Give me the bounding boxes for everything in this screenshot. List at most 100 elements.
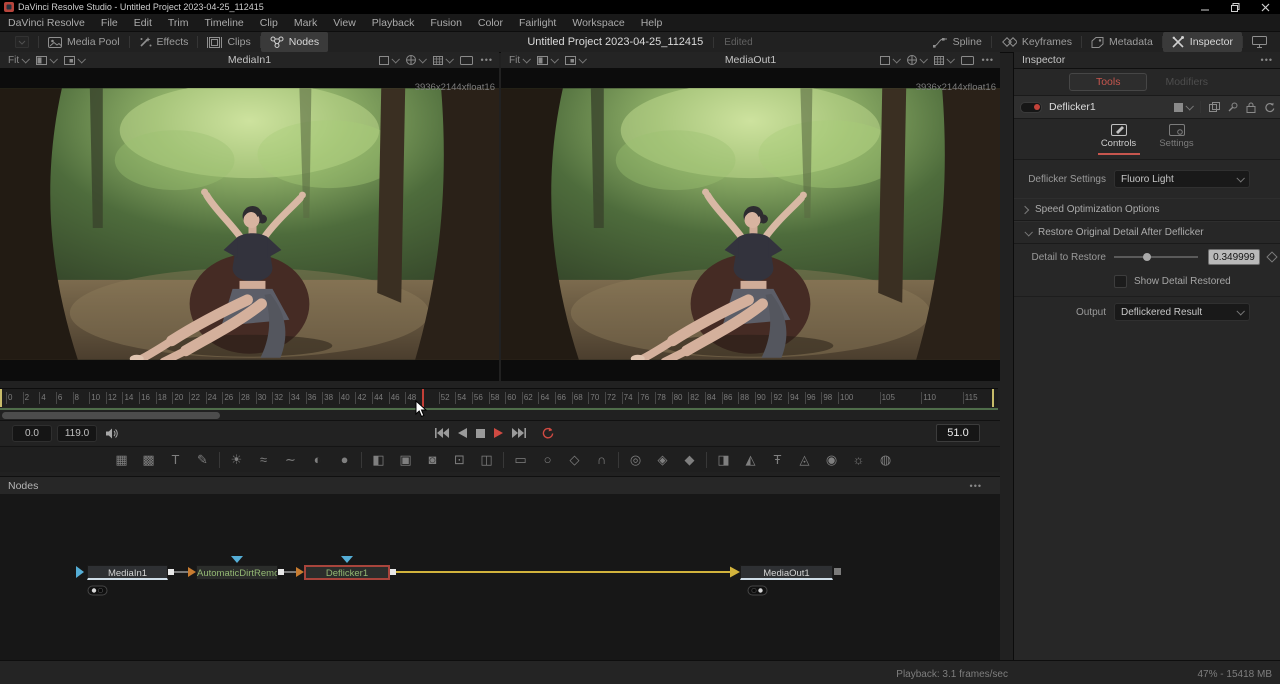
colorcorrector-tool-icon[interactable]: ☀ [223, 452, 250, 468]
zoom-fit-dropdown[interactable]: Fit [509, 55, 529, 66]
reset-button[interactable] [1264, 102, 1275, 113]
clips-button[interactable]: Clips [198, 32, 259, 52]
menu-item-davinci-resolve[interactable]: DaVinci Resolve [0, 17, 93, 29]
menu-item-trim[interactable]: Trim [160, 17, 197, 29]
ab-buffer-dropdown[interactable] [36, 56, 56, 65]
viewer-right[interactable]: 3936x2144xfloat16 [501, 68, 1000, 381]
detail-to-restore-value[interactable]: 0.349999 [1208, 249, 1260, 265]
section-restore-detail[interactable]: Restore Original Detail After Deflicker [1014, 221, 1280, 244]
resize-tool-icon[interactable]: ⊡ [446, 452, 473, 468]
viewer-left[interactable]: 3936x2144xfloat16 [0, 68, 499, 381]
mattecontrol-tool-icon[interactable]: ◙ [419, 452, 446, 467]
guides-dropdown[interactable] [433, 56, 452, 65]
node-automaticdirtremoval[interactable]: AutomaticDirtRemov... [196, 565, 278, 580]
loop-button[interactable] [541, 427, 554, 439]
detail-to-restore-slider[interactable] [1114, 256, 1198, 258]
menu-item-playback[interactable]: Playback [364, 17, 423, 29]
fastnoise-tool-icon[interactable]: ▩ [135, 452, 162, 468]
camera3d-tool-icon[interactable]: ◉ [818, 452, 845, 468]
go-to-start-button[interactable] [435, 428, 449, 438]
guides-dropdown[interactable] [934, 56, 953, 65]
channelbooleans-tool-icon[interactable]: ▣ [392, 452, 419, 468]
lock-button[interactable] [1246, 102, 1256, 113]
node-editor-canvas[interactable]: MediaIn1 AutomaticDirtRemov... Deflicker… [0, 494, 1000, 660]
ellipse-mask-tool-icon[interactable]: ○ [534, 452, 561, 467]
roi-dropdown[interactable] [379, 56, 398, 65]
stop-button[interactable] [476, 429, 485, 438]
shape3d-tool-icon[interactable]: ◭ [737, 452, 764, 468]
roi-dropdown[interactable] [880, 56, 899, 65]
section-speed-optimization[interactable]: Speed Optimization Options [1014, 198, 1280, 221]
node-color-dropdown[interactable] [1174, 103, 1192, 112]
scrollbar-handle[interactable] [2, 412, 220, 419]
show-detail-restored-checkbox[interactable] [1114, 275, 1127, 288]
range-start-field[interactable]: 0.0 [12, 425, 52, 442]
polygon-mask-tool-icon[interactable]: ◇ [561, 452, 588, 468]
menu-item-fairlight[interactable]: Fairlight [511, 17, 564, 29]
menu-item-file[interactable]: File [93, 17, 126, 29]
node-mediaout1[interactable]: MediaOut1 [740, 565, 833, 580]
timeline-scrollbar[interactable] [0, 412, 998, 419]
copy-settings-button[interactable] [1209, 102, 1220, 112]
tab-tools[interactable]: Tools [1069, 73, 1148, 91]
nodes-options-button[interactable]: ••• [970, 481, 982, 491]
audio-mute-button[interactable] [106, 428, 119, 439]
menu-item-view[interactable]: View [325, 17, 364, 29]
proxy-dropdown[interactable] [565, 56, 585, 65]
viewer-options-button[interactable]: ••• [481, 55, 493, 65]
menu-item-help[interactable]: Help [633, 17, 671, 29]
keyframes-button[interactable]: Keyframes [992, 32, 1081, 52]
menu-item-clip[interactable]: Clip [252, 17, 286, 29]
rectangle-mask-tool-icon[interactable]: ▭ [507, 452, 534, 468]
expand-viewer-button[interactable] [961, 56, 974, 65]
tracker-tool-icon[interactable]: ◎ [622, 452, 649, 468]
inspector-button[interactable]: Inspector [1163, 32, 1242, 52]
subtab-controls[interactable]: Controls [1098, 123, 1140, 155]
current-frame-field[interactable]: 51.0 [936, 424, 980, 442]
renderer3d-tool-icon[interactable]: ◍ [872, 452, 899, 468]
menu-item-fusion[interactable]: Fusion [422, 17, 470, 29]
text3d-tool-icon[interactable]: Ŧ [764, 452, 791, 467]
menu-item-timeline[interactable]: Timeline [196, 17, 251, 29]
bspline-mask-tool-icon[interactable]: ∩ [588, 452, 615, 467]
inspector-options-button[interactable]: ••• [1261, 55, 1273, 65]
effects-button[interactable]: Effects [130, 32, 198, 52]
menu-item-mark[interactable]: Mark [286, 17, 325, 29]
clean-feed-button[interactable] [1243, 32, 1276, 52]
maximize-button[interactable] [1220, 0, 1250, 14]
zoom-fit-dropdown[interactable]: Fit [8, 55, 28, 66]
range-end-field[interactable]: 119.0 [57, 425, 97, 442]
node-mediain1[interactable]: MediaIn1 [87, 565, 168, 580]
menu-item-edit[interactable]: Edit [126, 17, 160, 29]
huecurves-tool-icon[interactable]: ∼ [277, 452, 304, 468]
proxy-dropdown[interactable] [64, 56, 84, 65]
spline-button[interactable]: Spline [924, 32, 991, 52]
lut-dropdown[interactable] [907, 55, 926, 65]
keyframe-icon[interactable] [1266, 251, 1277, 262]
lut-dropdown[interactable] [406, 55, 425, 65]
background-tool-icon[interactable]: ▦ [108, 452, 135, 468]
planartracker-tool-icon[interactable]: ◈ [649, 452, 676, 468]
menu-item-color[interactable]: Color [470, 17, 511, 29]
page-dropdown-button[interactable] [6, 32, 38, 52]
cameratracker-tool-icon[interactable]: ◆ [676, 452, 703, 468]
pin-button[interactable] [1228, 102, 1238, 112]
media-pool-button[interactable]: Media Pool [39, 32, 129, 52]
go-to-end-button[interactable] [512, 428, 526, 438]
light3d-tool-icon[interactable]: ☼ [845, 452, 872, 467]
menu-item-workspace[interactable]: Workspace [564, 17, 632, 29]
imageplane3d-tool-icon[interactable]: ◨ [710, 452, 737, 468]
viewer-options-button[interactable]: ••• [982, 55, 994, 65]
tab-modifiers[interactable]: Modifiers [1147, 74, 1226, 90]
deflicker-settings-dropdown[interactable]: Fluoro Light [1114, 170, 1250, 188]
play-reverse-button[interactable] [458, 428, 467, 438]
merge3d-tool-icon[interactable]: ◬ [791, 452, 818, 468]
close-button[interactable] [1250, 0, 1280, 14]
merge-tool-icon[interactable]: ◧ [365, 452, 392, 468]
colorcurves-tool-icon[interactable]: ≈ [250, 452, 277, 467]
timeline-ruler[interactable]: 0246810121416182022242628303234363840424… [0, 388, 998, 407]
brightnesscontrast-tool-icon[interactable]: ◐ [304, 452, 331, 467]
colorgain-tool-icon[interactable]: ● [331, 452, 358, 467]
subtab-settings[interactable]: Settings [1156, 123, 1198, 155]
paint-tool-icon[interactable]: ✎ [189, 452, 216, 468]
